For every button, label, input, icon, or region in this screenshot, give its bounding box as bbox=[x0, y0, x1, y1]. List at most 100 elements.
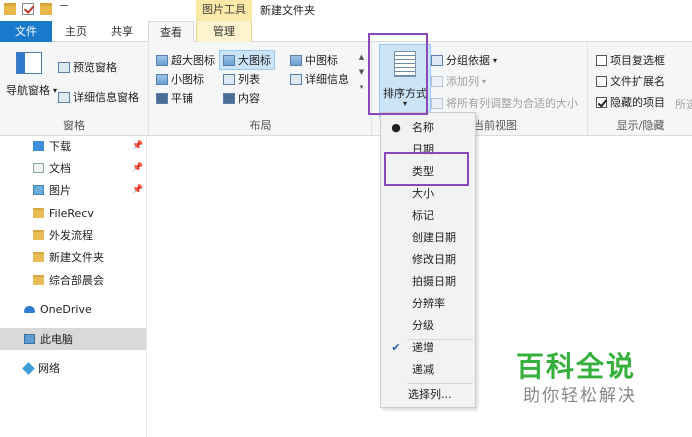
item-checkboxes-label: 项目复选框 bbox=[610, 54, 665, 67]
nav-item-onedrive[interactable]: OneDrive bbox=[24, 299, 92, 319]
documents-folder-icon bbox=[33, 163, 44, 173]
panes-group-label: 窗格 bbox=[63, 119, 85, 132]
large-icons-button[interactable]: 大图标 bbox=[219, 50, 275, 70]
pin-icon[interactable]: 📌 bbox=[132, 163, 143, 173]
group-by-icon bbox=[431, 54, 443, 66]
nav-item-morning-meeting[interactable]: 综合部晨会 bbox=[33, 270, 104, 290]
layout-group-label: 布局 bbox=[249, 119, 272, 132]
nav-item-pictures[interactable]: 图片 bbox=[33, 180, 71, 200]
navigation-pane-icon bbox=[16, 52, 42, 74]
menu-item-choose-columns[interactable]: 选择列... bbox=[381, 384, 475, 405]
new-folder-icon[interactable] bbox=[40, 3, 52, 15]
list-button[interactable]: 列表 bbox=[223, 71, 260, 87]
panes-group: 导航窗格 ▾ 预览窗格 详细信息窗格 窗格 bbox=[0, 42, 149, 136]
content-button[interactable]: 内容 bbox=[223, 90, 260, 106]
customize-toolbar-icon[interactable] bbox=[60, 5, 68, 13]
item-checkboxes-toggle[interactable]: 项目复选框 bbox=[596, 52, 665, 68]
menu-item-ascending[interactable]: ✔ 递增 bbox=[381, 337, 475, 358]
tiles-label: 平铺 bbox=[171, 92, 193, 105]
menu-item-label: 名称 bbox=[412, 121, 434, 134]
folder-icon bbox=[33, 230, 44, 240]
tab-view[interactable]: 查看 bbox=[148, 21, 194, 43]
tab-share[interactable]: 共享 bbox=[101, 21, 143, 42]
tab-home[interactable]: 主页 bbox=[56, 21, 96, 42]
file-extensions-label: 文件扩展名 bbox=[610, 75, 665, 88]
item-checkboxes-checkbox[interactable] bbox=[596, 54, 607, 66]
menu-item-resolution[interactable]: 分辨率 bbox=[381, 293, 475, 314]
menu-item-size[interactable]: 大小 bbox=[381, 183, 475, 204]
add-column-label: 添加列 bbox=[446, 75, 479, 88]
menu-item-label: 修改日期 bbox=[412, 253, 456, 266]
list-label: 列表 bbox=[238, 73, 260, 86]
pin-icon[interactable]: 📌 bbox=[132, 185, 143, 195]
group-by-button[interactable]: 分组依据 ▾ bbox=[431, 52, 497, 68]
show-hide-group: 项目复选框 文件扩展名 隐藏的项目 所选 显示/隐藏 bbox=[589, 42, 692, 136]
menu-item-tags[interactable]: 标记 bbox=[381, 205, 475, 226]
hidden-items-checkbox[interactable] bbox=[596, 96, 607, 108]
nav-item-this-pc[interactable]: 此电脑 bbox=[24, 329, 73, 349]
download-folder-icon bbox=[33, 141, 44, 151]
small-icons-button[interactable]: 小图标 bbox=[156, 71, 204, 87]
hide-selected-button[interactable]: 所选 bbox=[675, 96, 692, 112]
navigation-pane-button[interactable]: 导航窗格 ▾ bbox=[6, 82, 57, 98]
nav-item-filerecv[interactable]: FileRecv bbox=[33, 203, 94, 223]
nav-item-label: 图片 bbox=[49, 184, 71, 197]
hidden-items-toggle[interactable]: 隐藏的项目 bbox=[596, 94, 665, 110]
menu-item-descending[interactable]: 递减 bbox=[381, 359, 475, 380]
nav-item-label: 下载 bbox=[49, 140, 71, 153]
nav-item-label: 文档 bbox=[49, 162, 71, 175]
extra-large-icons-label: 超大图标 bbox=[171, 54, 215, 67]
layout-gallery-scroll[interactable]: ▲ ▼ ▾ bbox=[357, 50, 366, 96]
menu-item-name[interactable]: ● 名称 bbox=[381, 117, 475, 138]
watermark-title: 百科全说 bbox=[516, 350, 637, 383]
extra-large-icons-button[interactable]: 超大图标 bbox=[156, 52, 215, 68]
properties-icon[interactable] bbox=[22, 3, 34, 15]
size-all-columns-label: 将所有列调整为合适的大小 bbox=[446, 97, 578, 110]
pin-icon[interactable]: 📌 bbox=[132, 141, 143, 151]
nav-item-label: 新建文件夹 bbox=[49, 251, 104, 264]
quick-access-toolbar bbox=[4, 3, 68, 15]
file-extensions-toggle[interactable]: 文件扩展名 bbox=[596, 73, 665, 89]
menu-item-date[interactable]: 日期 bbox=[381, 139, 475, 160]
menu-item-label: 拍摄日期 bbox=[412, 275, 456, 288]
tab-file[interactable]: 文件 bbox=[0, 21, 52, 42]
tiles-button[interactable]: 平铺 bbox=[156, 90, 193, 106]
nav-item-downloads[interactable]: 下载 bbox=[33, 136, 71, 156]
menu-item-label: 标记 bbox=[412, 209, 434, 222]
sort-by-button[interactable]: 排序方式 ▾ bbox=[379, 44, 431, 118]
nav-item-outgoing-process[interactable]: 外发流程 bbox=[33, 225, 93, 245]
checkmark-icon: ✔ bbox=[391, 341, 401, 354]
add-column-button[interactable]: 添加列 ▾ bbox=[431, 73, 486, 89]
radio-bullet-icon: ● bbox=[391, 121, 401, 134]
nav-item-label: 综合部晨会 bbox=[49, 274, 104, 287]
menu-item-date-created[interactable]: 创建日期 bbox=[381, 227, 475, 248]
folder-icon bbox=[33, 275, 44, 285]
menu-item-rating[interactable]: 分级 bbox=[381, 315, 475, 336]
tab-manage[interactable]: 管理 bbox=[196, 21, 252, 42]
menu-item-label: 递增 bbox=[412, 341, 434, 354]
menu-item-label: 递减 bbox=[412, 363, 434, 376]
menu-item-date-taken[interactable]: 拍摄日期 bbox=[381, 271, 475, 292]
content-label: 内容 bbox=[238, 92, 260, 105]
medium-icons-button[interactable]: 中图标 bbox=[290, 52, 338, 68]
chevron-down-icon: ▾ bbox=[402, 99, 407, 108]
folder-icon[interactable] bbox=[4, 3, 16, 15]
nav-item-label: 此电脑 bbox=[40, 333, 73, 346]
file-extensions-checkbox[interactable] bbox=[596, 75, 607, 87]
large-icons-icon bbox=[223, 54, 235, 66]
details-button[interactable]: 详细信息 bbox=[290, 71, 349, 87]
nav-selection-highlight bbox=[0, 328, 146, 350]
menu-item-label: 分辨率 bbox=[412, 297, 445, 310]
network-icon bbox=[22, 361, 35, 375]
nav-item-documents[interactable]: 文档 bbox=[33, 158, 71, 178]
size-all-columns-button[interactable]: 将所有列调整为合适的大小 bbox=[431, 95, 578, 111]
preview-pane-button[interactable]: 预览窗格 bbox=[58, 59, 117, 75]
large-icons-label: 大图标 bbox=[238, 54, 271, 67]
details-pane-button[interactable]: 详细信息窗格 bbox=[58, 89, 139, 105]
preview-pane-icon bbox=[58, 61, 70, 73]
nav-item-new-folder[interactable]: 新建文件夹 bbox=[33, 247, 104, 267]
nav-item-network[interactable]: 网络 bbox=[22, 358, 60, 378]
menu-item-date-modified[interactable]: 修改日期 bbox=[381, 249, 475, 270]
menu-item-label: 创建日期 bbox=[412, 231, 456, 244]
menu-item-type[interactable]: 类型 bbox=[381, 161, 475, 182]
